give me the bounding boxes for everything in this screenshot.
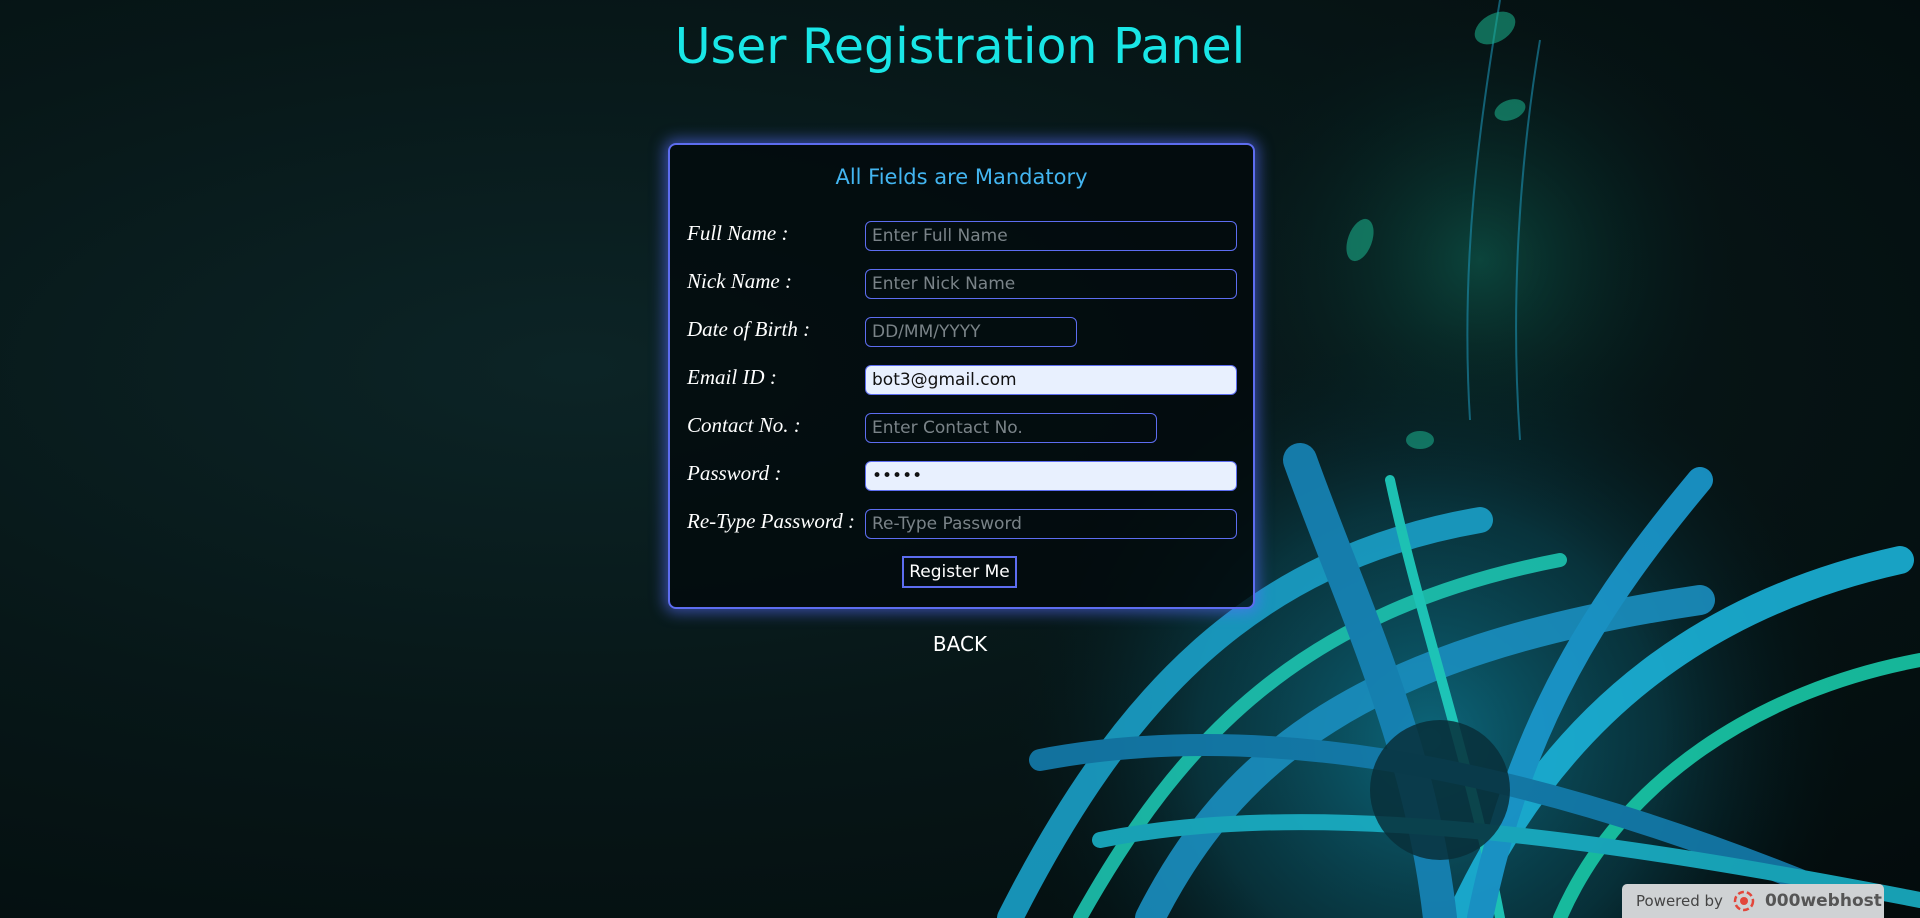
contact-label: Contact No. :	[687, 413, 801, 437]
password-label: Password :	[687, 461, 782, 485]
date-of-birth-input[interactable]	[865, 317, 1077, 347]
date-of-birth-label: Date of Birth :	[687, 317, 811, 341]
nick-name-row: Nick Name :	[687, 269, 1237, 303]
full-name-input[interactable]	[865, 221, 1237, 251]
registration-form: All Fields are Mandatory Full Name : Nic…	[668, 143, 1255, 609]
powered-by-badge[interactable]: Powered by 000webhost	[1622, 884, 1884, 918]
full-name-label: Full Name :	[687, 221, 789, 245]
webhost-brand: 000webhost	[1764, 891, 1882, 911]
password-row: Password :	[687, 461, 1237, 495]
retype-password-row: Re-Type Password :	[687, 509, 1237, 543]
retype-password-input[interactable]	[865, 509, 1237, 539]
email-label: Email ID :	[687, 365, 777, 389]
register-button[interactable]: Register Me	[902, 556, 1017, 588]
date-of-birth-row: Date of Birth :	[687, 317, 1237, 351]
nick-name-label: Nick Name :	[687, 269, 792, 293]
mandatory-notice: All Fields are Mandatory	[835, 165, 1088, 189]
email-input[interactable]	[865, 365, 1237, 395]
nick-name-input[interactable]	[865, 269, 1237, 299]
contact-row: Contact No. :	[687, 413, 1237, 447]
contact-input[interactable]	[865, 413, 1157, 443]
email-row: Email ID :	[687, 365, 1237, 399]
page-title: User Registration Panel	[674, 18, 1246, 75]
full-name-row: Full Name :	[687, 221, 1237, 255]
powered-by-label: Powered by	[1636, 892, 1723, 910]
retype-password-label: Re-Type Password :	[687, 509, 855, 533]
password-input[interactable]	[865, 461, 1237, 491]
webhost-logo-icon	[1733, 890, 1755, 912]
back-link[interactable]: BACK	[0, 632, 1920, 656]
